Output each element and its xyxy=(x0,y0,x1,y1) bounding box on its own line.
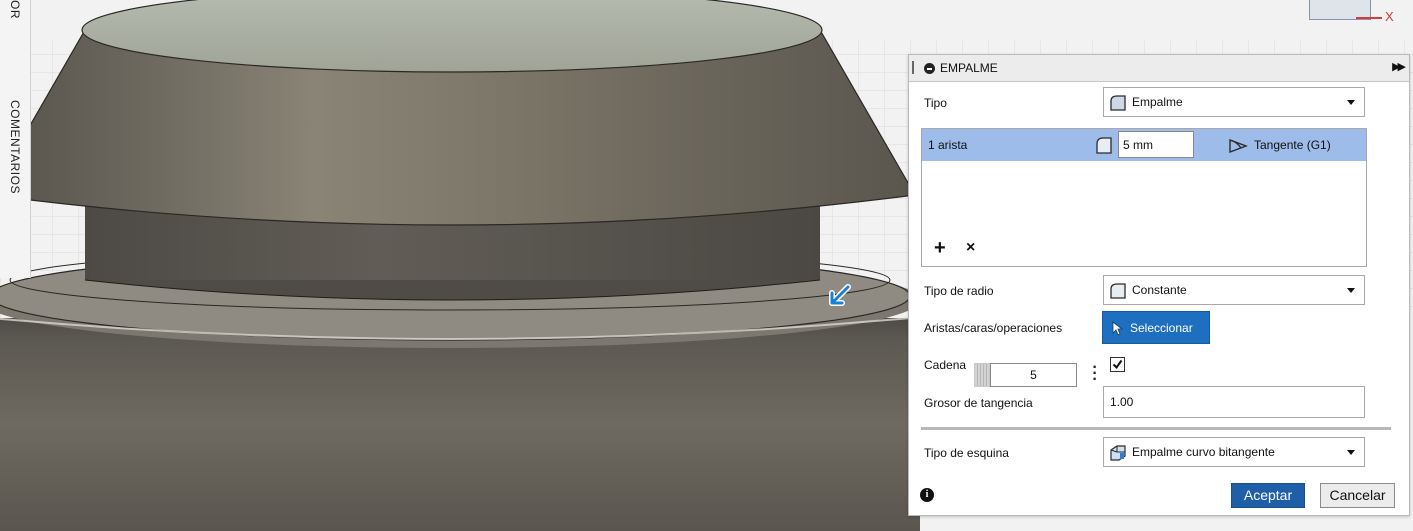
select-button[interactable]: Seleccionar xyxy=(1102,311,1210,344)
chevron-down-icon xyxy=(1347,100,1355,105)
select-button-label: Seleccionar xyxy=(1130,321,1193,335)
remove-icon[interactable]: × xyxy=(966,240,975,256)
dialog-header[interactable]: EMPALME ▶▶ xyxy=(909,55,1409,82)
fillet-icon xyxy=(1110,95,1126,111)
chevron-down-icon xyxy=(1347,288,1355,293)
radius-type-value: Constante xyxy=(1132,283,1187,297)
comments-tab[interactable]: COMENTARIOS xyxy=(8,100,22,194)
edge-table: 1 arista Tangente (G1) + × xyxy=(921,128,1367,267)
corner-type-value: Empalme curvo bitangente xyxy=(1132,445,1275,459)
radius-type-dropdown[interactable]: Constante xyxy=(1103,275,1365,305)
continuity-dropdown[interactable]: Tangente (G1) xyxy=(1254,138,1331,152)
tangency-weight-input[interactable] xyxy=(1103,386,1365,418)
corner-fillet-icon xyxy=(1110,445,1126,461)
dialog-title: EMPALME xyxy=(940,61,998,75)
cancel-button[interactable]: Cancelar xyxy=(1320,483,1395,508)
selection-label: Aristas/caras/operaciones xyxy=(924,321,1063,335)
ok-button[interactable]: Aceptar xyxy=(1231,483,1305,508)
expand-icon[interactable]: ▶▶ xyxy=(1392,60,1406,73)
add-icon[interactable]: + xyxy=(934,238,946,258)
more-options-icon[interactable]: · · · xyxy=(1092,360,1098,388)
left-side-strip: OR COMENTARIOS xyxy=(0,0,31,278)
checkmark-icon xyxy=(1112,359,1123,370)
chain-slider-handle[interactable] xyxy=(974,363,990,387)
type-dropdown[interactable]: Empalme xyxy=(1103,87,1365,117)
divider xyxy=(921,427,1391,430)
table-row[interactable]: 1 arista Tangente (G1) xyxy=(922,129,1366,161)
type-label: Tipo xyxy=(924,96,947,110)
fillet-dialog: EMPALME ▶▶ Tipo Empalme 1 arista Tangent… xyxy=(908,54,1410,516)
radius-type-label: Tipo de radio xyxy=(924,284,994,298)
chain-checkbox[interactable] xyxy=(1110,357,1125,372)
corner-type-label: Tipo de esquina xyxy=(924,446,1009,460)
tangency-weight-label: Grosor de tangencia xyxy=(924,396,1033,410)
x-axis-label: X xyxy=(1385,9,1394,24)
tangent-icon xyxy=(1229,138,1248,154)
cursor-icon xyxy=(1112,321,1124,336)
corner-type-dropdown[interactable]: Empalme curvo bitangente xyxy=(1103,437,1365,467)
x-axis-line xyxy=(1356,17,1382,19)
chain-label: Cadena xyxy=(924,358,967,372)
fillet-icon xyxy=(1110,283,1126,299)
side-label-or[interactable]: OR xyxy=(8,0,22,19)
drag-grip-icon[interactable] xyxy=(912,61,914,74)
type-value: Empalme xyxy=(1132,95,1183,109)
collapse-icon[interactable] xyxy=(924,63,935,74)
radius-icon xyxy=(1096,137,1112,154)
info-icon[interactable]: i xyxy=(920,488,934,502)
radius-input[interactable] xyxy=(1118,131,1194,158)
chevron-down-icon xyxy=(1347,450,1355,455)
chain-count-field[interactable]: 5 xyxy=(990,363,1077,387)
edge-name: 1 arista xyxy=(928,138,968,152)
